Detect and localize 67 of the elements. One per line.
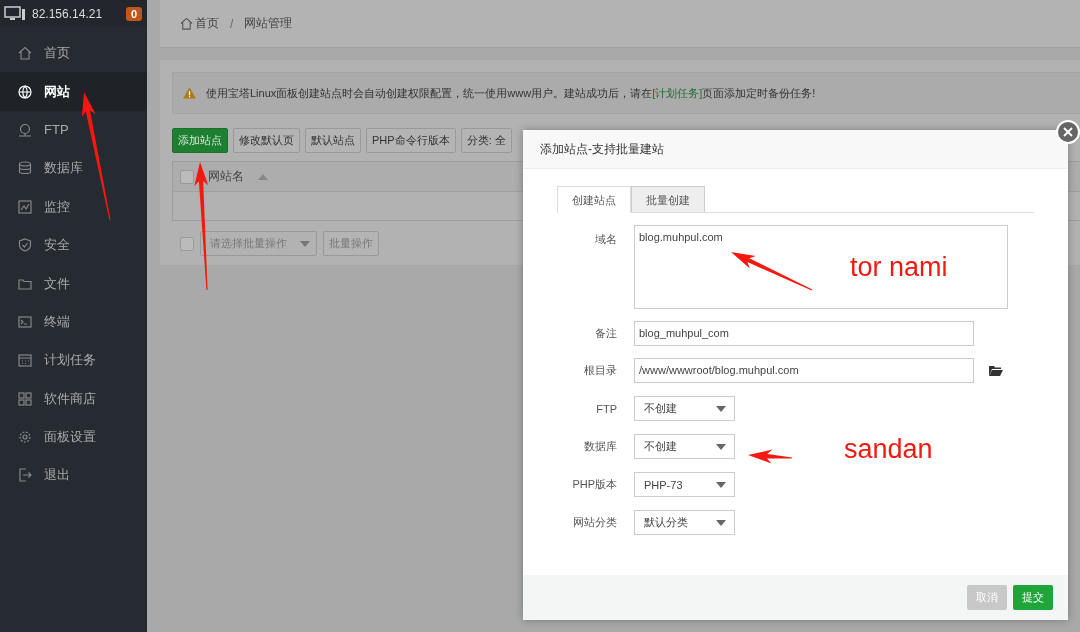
notification-badge[interactable]: 0 — [125, 6, 142, 21]
sidebar-item[interactable]: 网站 — [0, 72, 147, 111]
folder-icon[interactable] — [989, 365, 1003, 376]
sidebar-item[interactable]: 退出 — [0, 456, 147, 495]
server-ip: 82.156.14.21 — [32, 6, 104, 21]
select-field[interactable]: 不创建 — [634, 396, 735, 421]
calendar-icon — [18, 353, 32, 368]
annotation-text: tor nami — [850, 252, 948, 283]
grid-icon — [18, 391, 32, 406]
select-field[interactable]: 不创建 — [634, 434, 735, 459]
select-checkbox[interactable] — [180, 236, 194, 251]
sidebar-item[interactable]: 终端 — [0, 302, 147, 342]
toolbar-button[interactable]: 分类: 全 — [460, 128, 512, 153]
caret-icon — [300, 240, 310, 247]
sort-icon[interactable] — [258, 173, 268, 180]
exit-icon — [18, 468, 32, 483]
select-field[interactable]: 默认分类 — [634, 510, 735, 535]
globe-icon — [18, 84, 32, 99]
toolbar-button[interactable]: PHP命令行版本 — [366, 128, 456, 153]
breadcrumb-separator: / — [230, 16, 234, 31]
monitor-icon — [4, 5, 26, 22]
column-header[interactable]: 网站名 — [208, 168, 244, 185]
sidebar-item[interactable]: 软件商店 — [0, 379, 147, 418]
dialog-title: 添加站点-支持批量建站 — [540, 140, 664, 158]
annotation-arrow — [748, 449, 792, 464]
chart-icon — [18, 199, 32, 214]
shield-icon — [18, 238, 32, 253]
server-icon — [18, 122, 32, 137]
input-field[interactable]: /www/wwwroot/blog.muhpul.com — [634, 358, 974, 383]
tab[interactable]: 创建站点 — [557, 186, 631, 213]
sidebar-item[interactable]: 面板设置 — [0, 417, 147, 457]
folder-icon — [18, 276, 32, 291]
caret-icon — [716, 443, 726, 450]
sidebar-item[interactable]: FTP — [0, 110, 147, 150]
toolbar-button[interactable]: 修改默认页 — [233, 128, 300, 153]
notice-text: 使用宝塔Linux面板创建站点时会自动创建权限配置，统一使用www用户。建站成功后，请在[计划任务]页面添加定时备份任务! — [206, 85, 816, 101]
input-field[interactable]: blog_muhpul_com — [634, 321, 974, 346]
home-icon — [18, 46, 32, 61]
sidebar-item[interactable]: 首页 — [0, 34, 147, 73]
database-icon — [18, 161, 32, 176]
field-label: 根目录 — [583, 363, 617, 378]
caret-icon — [716, 519, 726, 526]
caret-icon — [716, 405, 726, 412]
sidebar-item[interactable]: 监控 — [0, 187, 147, 226]
sidebar-item[interactable]: 计划任务 — [0, 341, 147, 380]
toolbar-button[interactable]: 默认站点 — [305, 128, 361, 153]
field-label: 网站分类 — [572, 515, 617, 530]
select-all-checkbox[interactable] — [180, 169, 194, 184]
field-label: 数据库 — [583, 439, 617, 454]
sidebar-item[interactable]: 文件 — [0, 264, 147, 303]
field-label: FTP — [595, 402, 617, 415]
breadcrumb-link[interactable]: 首页 — [195, 15, 219, 32]
field-label: 域名 — [594, 232, 617, 247]
select-field[interactable]: PHP-73 — [634, 472, 735, 497]
field-label: PHP版本 — [571, 477, 617, 492]
gear-icon — [18, 430, 32, 445]
terminal-icon — [18, 314, 32, 329]
toolbar-button[interactable]: 添加站点 — [172, 128, 228, 153]
home-icon — [180, 17, 193, 30]
annotation-text: sandan — [844, 434, 933, 465]
close-icon — [1063, 127, 1073, 137]
tab[interactable]: 批量创建 — [631, 186, 705, 212]
field-label: 备注 — [594, 326, 617, 341]
caret-icon — [716, 481, 726, 488]
warning-icon — [183, 87, 196, 99]
sidebar-item[interactable]: 安全 — [0, 225, 147, 265]
sidebar-item[interactable]: 数据库 — [0, 149, 147, 188]
